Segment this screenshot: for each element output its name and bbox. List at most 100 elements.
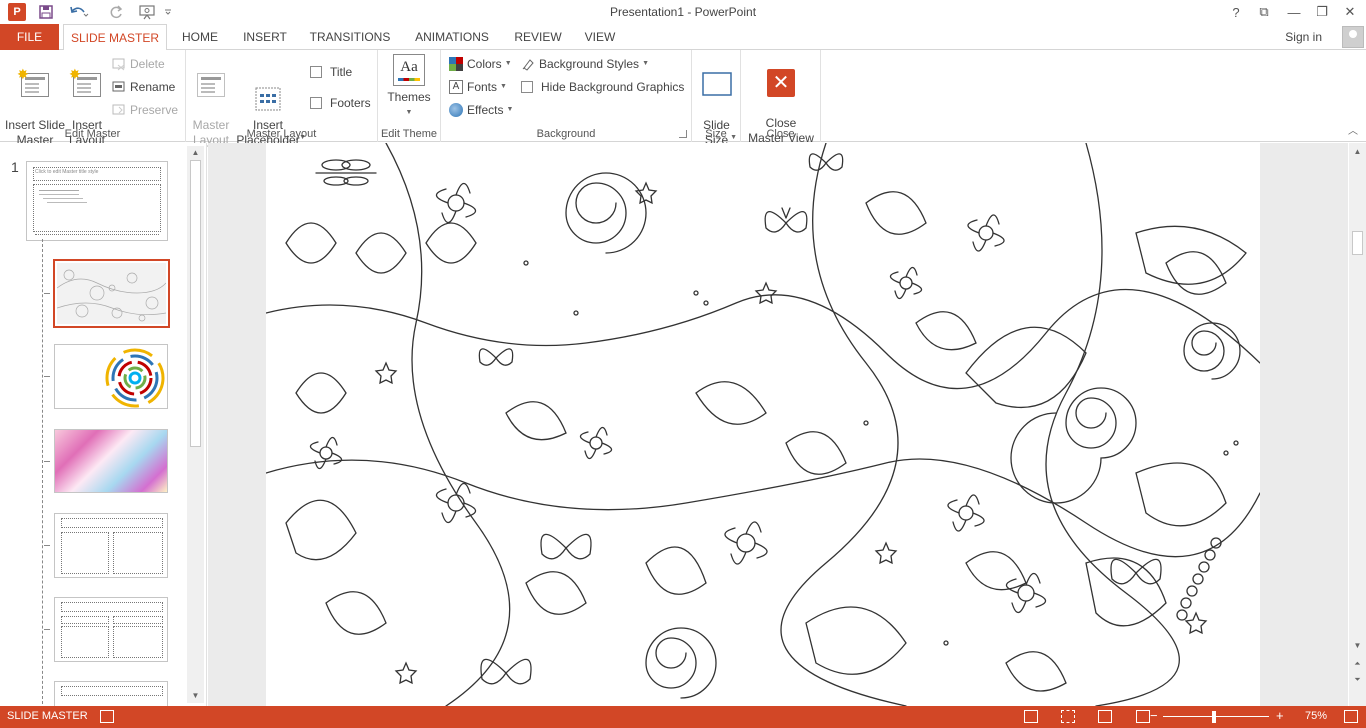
ribbon-display-options-button[interactable]: ⧉	[1252, 2, 1276, 22]
tab-slide-master[interactable]: SLIDE MASTER	[63, 24, 167, 51]
insert-layout-icon: ✸	[69, 67, 103, 99]
footers-checkbox-label: Footers	[330, 96, 371, 110]
zoom-in-button[interactable]: +	[1276, 708, 1284, 723]
zoom-level[interactable]: 75%	[1305, 710, 1327, 722]
colors-dropdown[interactable]: Colors ▼	[449, 54, 512, 74]
thumbnail-layout-5[interactable]	[54, 597, 168, 662]
group-close: ✕ Close Master View Close	[741, 50, 821, 145]
themes-icon-text: Aa	[400, 58, 418, 75]
scroll-down-arrow-icon[interactable]: ▼	[187, 689, 204, 703]
slide-vertical-scrollbar[interactable]: ▲ ▼ ⏶ ⏷	[1349, 143, 1366, 706]
rename-label: Rename	[130, 80, 176, 94]
thumbnail-layout-4[interactable]	[54, 513, 168, 578]
restore-button[interactable]: ❐	[1310, 2, 1334, 22]
background-styles-dropdown[interactable]: Background Styles ▼	[521, 54, 649, 74]
thumbnail-slide-master[interactable]: Click to edit Master title style	[26, 161, 168, 241]
themes-button[interactable]: Aa Themes ▼	[384, 54, 434, 120]
title-bar: P Presentation1 - PowerPoint ? ⧉ — ❐ ✕	[0, 0, 1366, 24]
zoom-slider-handle[interactable]	[1212, 711, 1216, 723]
group-label-background: Background	[536, 128, 596, 140]
fit-slide-to-window-icon[interactable]	[1344, 710, 1358, 723]
background-styles-icon	[521, 57, 535, 71]
collapse-ribbon-icon[interactable]: ︿	[1348, 122, 1358, 137]
spelling-check-icon[interactable]	[100, 710, 114, 723]
rename-icon	[112, 80, 126, 94]
normal-view-icon[interactable]	[1024, 710, 1038, 723]
tab-file[interactable]: FILE	[0, 24, 59, 50]
thumbnail-content-left	[61, 626, 109, 658]
connector-tick	[44, 545, 50, 546]
themes-icon: Aa	[393, 54, 425, 86]
title-checkbox[interactable]: Title	[310, 62, 352, 82]
thumbnail-layout-6[interactable]	[54, 681, 168, 706]
group-edit-theme: Aa Themes ▼ Edit Theme	[378, 50, 441, 142]
fonts-dropdown[interactable]: A Fonts ▼	[449, 77, 507, 97]
ribbon: ✸ Insert Slide Master ✸ Insert Layout De…	[0, 50, 1366, 147]
layout-connector-line	[42, 239, 43, 706]
hide-background-graphics-checkbox[interactable]: Hide Background Graphics	[521, 77, 684, 97]
sign-in-link[interactable]: Sign in	[1285, 30, 1322, 44]
thumbnail-layout-3[interactable]	[54, 429, 168, 493]
rename-button[interactable]: Rename	[112, 77, 175, 97]
group-master-layout: Master Layout Insert Placeholder ▼ Title …	[186, 50, 378, 147]
footers-checkbox[interactable]: Footers	[310, 93, 371, 113]
thumbnail-bullets	[39, 190, 79, 191]
thumbnail-scrollbar[interactable]: ▲ ▼	[187, 146, 204, 703]
preserve-pin-icon	[112, 103, 126, 117]
preserve-label: Preserve	[130, 103, 179, 117]
thumbnail-body-placeholder	[33, 184, 161, 232]
scroll-up-arrow-icon[interactable]: ▲	[187, 146, 204, 160]
close-window-button[interactable]: ✕	[1338, 2, 1362, 22]
help-button[interactable]: ?	[1224, 2, 1248, 22]
status-view-mode: SLIDE MASTER	[7, 710, 88, 722]
tab-view[interactable]: VIEW	[576, 24, 624, 50]
connector-tick	[44, 461, 50, 462]
tab-home[interactable]: HOME	[172, 24, 228, 50]
hide-background-graphics-box[interactable]	[521, 81, 533, 93]
main-scroll-thumb[interactable]	[1352, 231, 1363, 255]
tab-insert[interactable]: INSERT	[236, 24, 294, 50]
group-size: Slide Size ▼ Size	[692, 50, 741, 147]
thumbnail-layout-1-selected[interactable]	[53, 259, 170, 328]
zoom-out-button[interactable]: −	[1150, 708, 1158, 723]
next-slide-icon[interactable]: ⏷	[1349, 673, 1366, 687]
group-label-close: Close	[766, 128, 795, 140]
minimize-button[interactable]: —	[1282, 2, 1306, 22]
slide-canvas[interactable]	[266, 143, 1260, 706]
reading-view-icon[interactable]	[1098, 710, 1112, 723]
themes-label: Themes	[387, 90, 431, 104]
thumbnail-subhead-left	[61, 616, 109, 624]
tab-animations[interactable]: ANIMATIONS	[406, 24, 498, 50]
main-scroll-up-arrow-icon[interactable]: ▲	[1349, 145, 1366, 159]
effects-dropdown[interactable]: Effects ▼	[449, 100, 513, 120]
thumbnail-footer	[35, 234, 159, 237]
slide-number: 1	[11, 159, 19, 175]
thumbnail-layout-2[interactable]	[54, 344, 168, 409]
tab-transitions[interactable]: TRANSITIONS	[304, 24, 396, 50]
avatar[interactable]	[1342, 26, 1364, 48]
group-label-master-layout: Master Layout	[246, 128, 317, 140]
thumbnail-title-placeholder	[61, 602, 163, 612]
delete-label: Delete	[130, 57, 165, 71]
slide-show-icon[interactable]	[1136, 710, 1150, 723]
zoom-slider[interactable]	[1163, 716, 1269, 717]
hide-background-graphics-label: Hide Background Graphics	[541, 80, 685, 94]
thumbnail-title-placeholder	[61, 686, 163, 696]
title-checkbox-box[interactable]	[310, 66, 322, 78]
close-master-view-icon: ✕	[767, 69, 795, 97]
footers-checkbox-box[interactable]	[310, 97, 322, 109]
status-bar: SLIDE MASTER − + 75%	[0, 706, 1366, 728]
previous-slide-icon[interactable]: ⏶	[1349, 657, 1366, 671]
preserve-button[interactable]: Preserve	[112, 100, 178, 120]
thumbnail-rings-pattern	[105, 348, 165, 408]
thumbnail-scroll-thumb[interactable]	[190, 160, 201, 447]
fonts-icon: A	[449, 80, 463, 94]
background-dialog-launcher-icon[interactable]	[679, 130, 687, 138]
delete-button[interactable]: Delete	[112, 54, 165, 74]
main-scroll-down-arrow-icon[interactable]: ▼	[1349, 639, 1366, 653]
slide-sorter-icon[interactable]	[1061, 710, 1075, 723]
ribbon-tabs: FILE SLIDE MASTER HOME INSERT TRANSITION…	[0, 24, 1366, 51]
insert-slide-master-icon: ✸	[17, 67, 51, 99]
connector-tick	[44, 376, 50, 377]
tab-review[interactable]: REVIEW	[508, 24, 568, 50]
